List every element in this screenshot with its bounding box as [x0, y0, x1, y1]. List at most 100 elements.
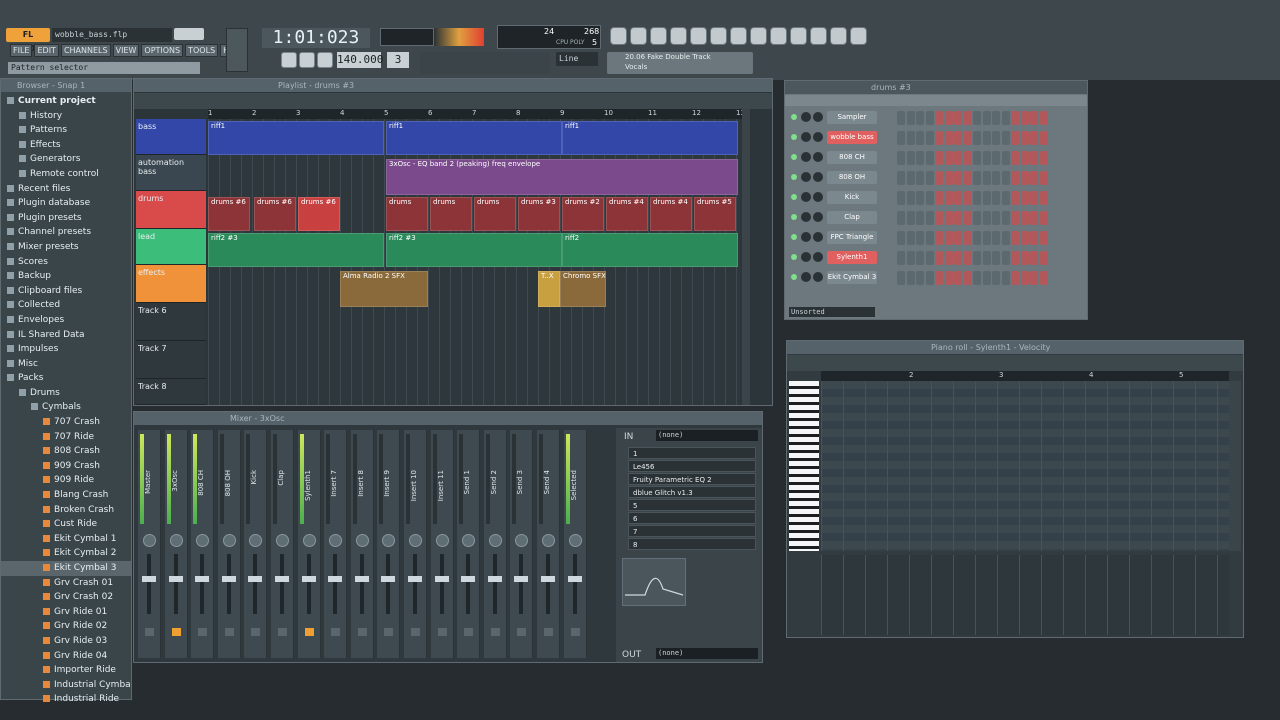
- volume-fader[interactable]: [413, 554, 417, 614]
- tempo-icon[interactable]: [830, 27, 847, 45]
- channel-pan-knob[interactable]: [801, 172, 811, 182]
- channel-mute-led[interactable]: [791, 194, 797, 200]
- mixer-strip[interactable]: Send 2: [483, 430, 507, 658]
- fx-slot[interactable]: 7: [628, 525, 756, 537]
- fader-handle[interactable]: [408, 576, 422, 582]
- step-button[interactable]: [935, 131, 943, 145]
- step-button[interactable]: [1011, 131, 1019, 145]
- browser-item[interactable]: Grv Crash 01: [1, 576, 131, 591]
- channel-volume-knob[interactable]: [813, 112, 823, 122]
- playlist-scrollbar[interactable]: [742, 109, 750, 405]
- browser-item[interactable]: Current project: [1, 94, 131, 109]
- channel-pan-knob[interactable]: [801, 212, 811, 222]
- step-button[interactable]: [982, 171, 991, 185]
- step-button[interactable]: [973, 171, 981, 185]
- browser-item[interactable]: 707 Crash: [1, 415, 131, 430]
- step-button[interactable]: [906, 131, 915, 145]
- channel-volume-knob[interactable]: [813, 252, 823, 262]
- track-header[interactable]: bass: [136, 119, 206, 155]
- step-button[interactable]: [1011, 211, 1019, 225]
- route-button[interactable]: [331, 628, 341, 636]
- step-button[interactable]: [916, 131, 924, 145]
- step-button[interactable]: [992, 231, 1000, 245]
- step-button[interactable]: [963, 231, 972, 245]
- step-button[interactable]: [963, 171, 972, 185]
- channel-mute-led[interactable]: [791, 174, 797, 180]
- step-button[interactable]: [992, 271, 1000, 285]
- fx-slot[interactable]: dblue Glitch v1.3: [628, 486, 756, 498]
- step-button[interactable]: [897, 131, 905, 145]
- step-button[interactable]: [944, 151, 953, 165]
- step-button[interactable]: [1011, 271, 1019, 285]
- route-button[interactable]: [278, 628, 287, 636]
- step-button[interactable]: [925, 211, 934, 225]
- menu-channels[interactable]: CHANNELS: [60, 44, 111, 57]
- route-button[interactable]: [145, 628, 154, 636]
- step-button[interactable]: [1001, 151, 1010, 165]
- step-button[interactable]: [906, 151, 915, 165]
- route-button[interactable]: [304, 628, 314, 636]
- playlist-clip[interactable]: T..X: [538, 271, 560, 307]
- eq-graph[interactable]: [622, 558, 686, 606]
- channel-mute-led[interactable]: [791, 234, 797, 240]
- step-button[interactable]: [1030, 171, 1038, 185]
- volume-fader[interactable]: [200, 554, 205, 614]
- browser-item[interactable]: Broken Crash: [1, 503, 131, 518]
- playlist-clip[interactable]: riff2 #3: [208, 233, 384, 267]
- mixer-strip[interactable]: Insert 7: [324, 430, 348, 658]
- step-button[interactable]: [1020, 171, 1029, 185]
- channel-mute-led[interactable]: [791, 154, 797, 160]
- step-button[interactable]: [954, 211, 962, 225]
- step-button[interactable]: [982, 271, 991, 285]
- volume-fader[interactable]: [546, 554, 550, 614]
- volume-fader[interactable]: [333, 554, 338, 614]
- step-button[interactable]: [1030, 271, 1038, 285]
- step-button[interactable]: [1011, 251, 1019, 265]
- stop-button[interactable]: [299, 52, 315, 68]
- channel-button[interactable]: Clap: [827, 211, 877, 224]
- step-button[interactable]: [916, 271, 924, 285]
- pan-knob[interactable]: [542, 534, 555, 547]
- playlist-toolbar[interactable]: [134, 93, 772, 109]
- step-button[interactable]: [954, 131, 962, 145]
- step-button[interactable]: [897, 111, 905, 125]
- browser-item[interactable]: Industrial Cymbal: [1, 678, 131, 693]
- playlist-clip[interactable]: drums #3: [518, 197, 560, 231]
- step-button[interactable]: [1030, 231, 1038, 245]
- step-button[interactable]: [906, 191, 915, 205]
- step-button[interactable]: [963, 251, 972, 265]
- record-options[interactable]: [420, 52, 550, 74]
- volume-fader[interactable]: [147, 554, 151, 614]
- step-button[interactable]: [963, 131, 972, 145]
- step-button[interactable]: [916, 171, 924, 185]
- step-button[interactable]: [944, 111, 953, 125]
- channel-button[interactable]: Ekit Cymbal 3: [827, 271, 877, 284]
- playlist-clip[interactable]: drums #4: [606, 197, 648, 231]
- step-button[interactable]: [1030, 151, 1038, 165]
- mixer-strip[interactable]: Selected: [563, 430, 587, 658]
- channel-pan-knob[interactable]: [801, 192, 811, 202]
- step-button[interactable]: [906, 251, 915, 265]
- step-button[interactable]: [973, 271, 981, 285]
- fx-slot[interactable]: Fruity Parametric EQ 2: [628, 473, 756, 485]
- browser-item[interactable]: Channel presets: [1, 225, 131, 240]
- mixer-icon[interactable]: [690, 27, 707, 45]
- browser-item[interactable]: Clipboard files: [1, 284, 131, 299]
- step-button[interactable]: [1039, 171, 1048, 185]
- step-button[interactable]: [935, 231, 943, 245]
- channel-mute-led[interactable]: [791, 134, 797, 140]
- playlist-clip[interactable]: drums: [386, 197, 428, 231]
- step-button[interactable]: [1039, 231, 1048, 245]
- browser-item[interactable]: Collected: [1, 298, 131, 313]
- playlist-clip[interactable]: Chromo SFX: [560, 271, 606, 307]
- playlist-grid[interactable]: riff1 riff1 riff1 3xOsc - EQ band 2 (peakin…: [208, 119, 740, 405]
- mixer-strip[interactable]: Send 3: [510, 430, 534, 658]
- step-button[interactable]: [925, 151, 934, 165]
- step-button[interactable]: [916, 151, 924, 165]
- browser-item[interactable]: Blang Crash: [1, 488, 131, 503]
- piano-roll-toolbar[interactable]: [787, 355, 1243, 371]
- browser-item[interactable]: Misc: [1, 357, 131, 372]
- mixer-strip[interactable]: Clap: [271, 430, 294, 658]
- fx-slot[interactable]: 5: [628, 499, 756, 511]
- playlist-icon[interactable]: [610, 27, 627, 45]
